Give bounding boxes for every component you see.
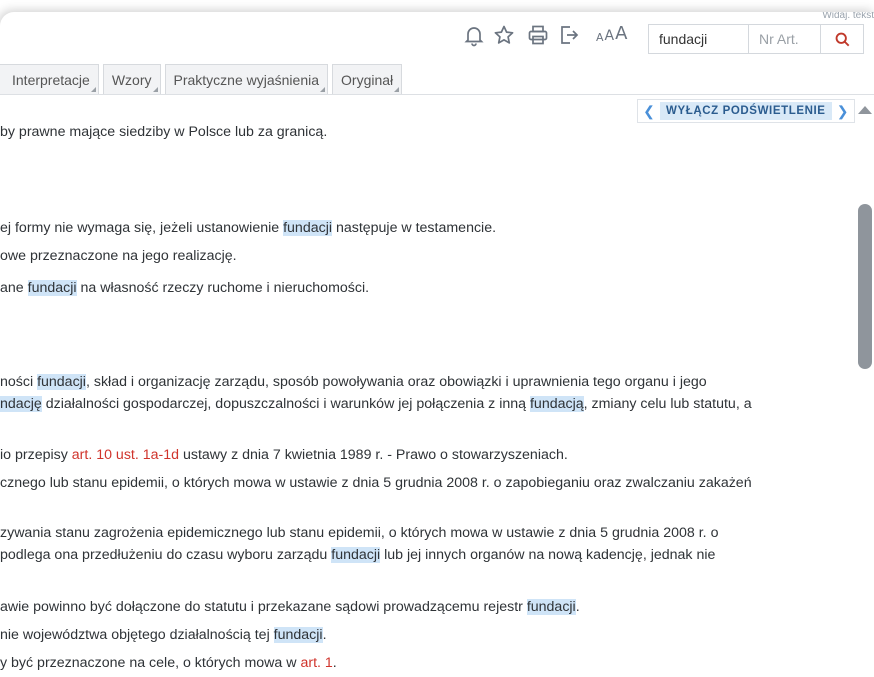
document-frame: Widaj. tekst A A A Interpretacje Wzory [0,12,874,677]
font-size-small[interactable]: A [596,32,604,43]
print-icon[interactable] [526,23,550,47]
search-group [648,24,864,54]
font-size-large[interactable]: A [615,25,627,43]
tab-oryginal[interactable]: Oryginał [332,64,403,94]
tab-interpretacje[interactable]: Interpretacje [0,64,99,94]
article-reference-link[interactable]: art. 10 ust. 1a-1d [72,447,179,463]
text-line: by prawne mające siedziby w Polsce lub z… [0,124,328,140]
tab-bar: Interpretacje Wzory Praktyczne wyjaśnien… [0,64,403,94]
search-highlight: fundacji [37,374,86,390]
text-line: ej formy nie wymaga się, jeżeli ustanowi… [0,220,497,236]
text-line: ane fundacji na własność rzeczy ruchome … [0,280,370,296]
search-highlight: fundacją [529,396,584,412]
font-size-medium[interactable]: A [605,29,615,43]
search-highlight: ndację [0,396,42,412]
disable-highlight-button[interactable]: WYŁĄCZ PODŚWIETLENIE [660,102,832,120]
toolbar: A A A [0,12,874,62]
text-line: zywania stanu zagrożenia epidemicznego l… [0,525,719,541]
text-line: nie województwa objętego działalnością t… [0,627,327,643]
star-icon[interactable] [492,23,516,47]
search-highlight: fundacji [331,547,381,563]
next-match-button[interactable]: ❯ [832,100,854,122]
scrollbar-thumb[interactable] [858,204,872,369]
tab-divider [0,94,874,95]
search-icon [835,32,849,46]
text-line: ndację działalności gospodarczej, dopusz… [0,396,752,412]
search-highlight: fundacji [526,599,576,615]
search-highlight: fundacji [27,280,77,296]
search-input[interactable] [649,25,749,53]
text-line: cznego lub stanu epidemii, o których mow… [0,475,752,491]
search-highlight: fundacji [273,627,323,643]
text-line: podlega ona przedłużeniu do czasu wyboru… [0,547,716,563]
search-button[interactable] [821,25,863,53]
previous-match-button[interactable]: ❮ [638,100,660,122]
text-line: owe przeznaczone na jego realizację. [0,248,237,264]
highlight-navigator: ❮ WYŁĄCZ PODŚWIETLENIE ❯ [637,99,855,123]
article-number-input[interactable] [749,25,821,53]
text-line: awie powinno być dołączone do statutu i … [0,599,580,615]
search-highlight: fundacji [283,220,332,236]
font-size-controls[interactable]: A A A [596,25,627,44]
text-line: y być przeznaczone na cele, o których mo… [0,655,337,671]
tab-wzory[interactable]: Wzory [102,64,161,94]
export-icon[interactable] [557,23,581,47]
tab-praktyczne-wyjasnienia[interactable]: Praktyczne wyjaśnienia [164,64,329,94]
text-line: ności fundacji, skład i organizację zarz… [0,374,707,390]
bell-icon[interactable] [462,23,486,47]
text-line: io przepisy art. 10 ust. 1a-1d ustawy z … [0,447,568,463]
article-reference-link[interactable]: art. 1 [300,655,332,671]
scroll-up-arrow-icon[interactable] [858,106,872,114]
